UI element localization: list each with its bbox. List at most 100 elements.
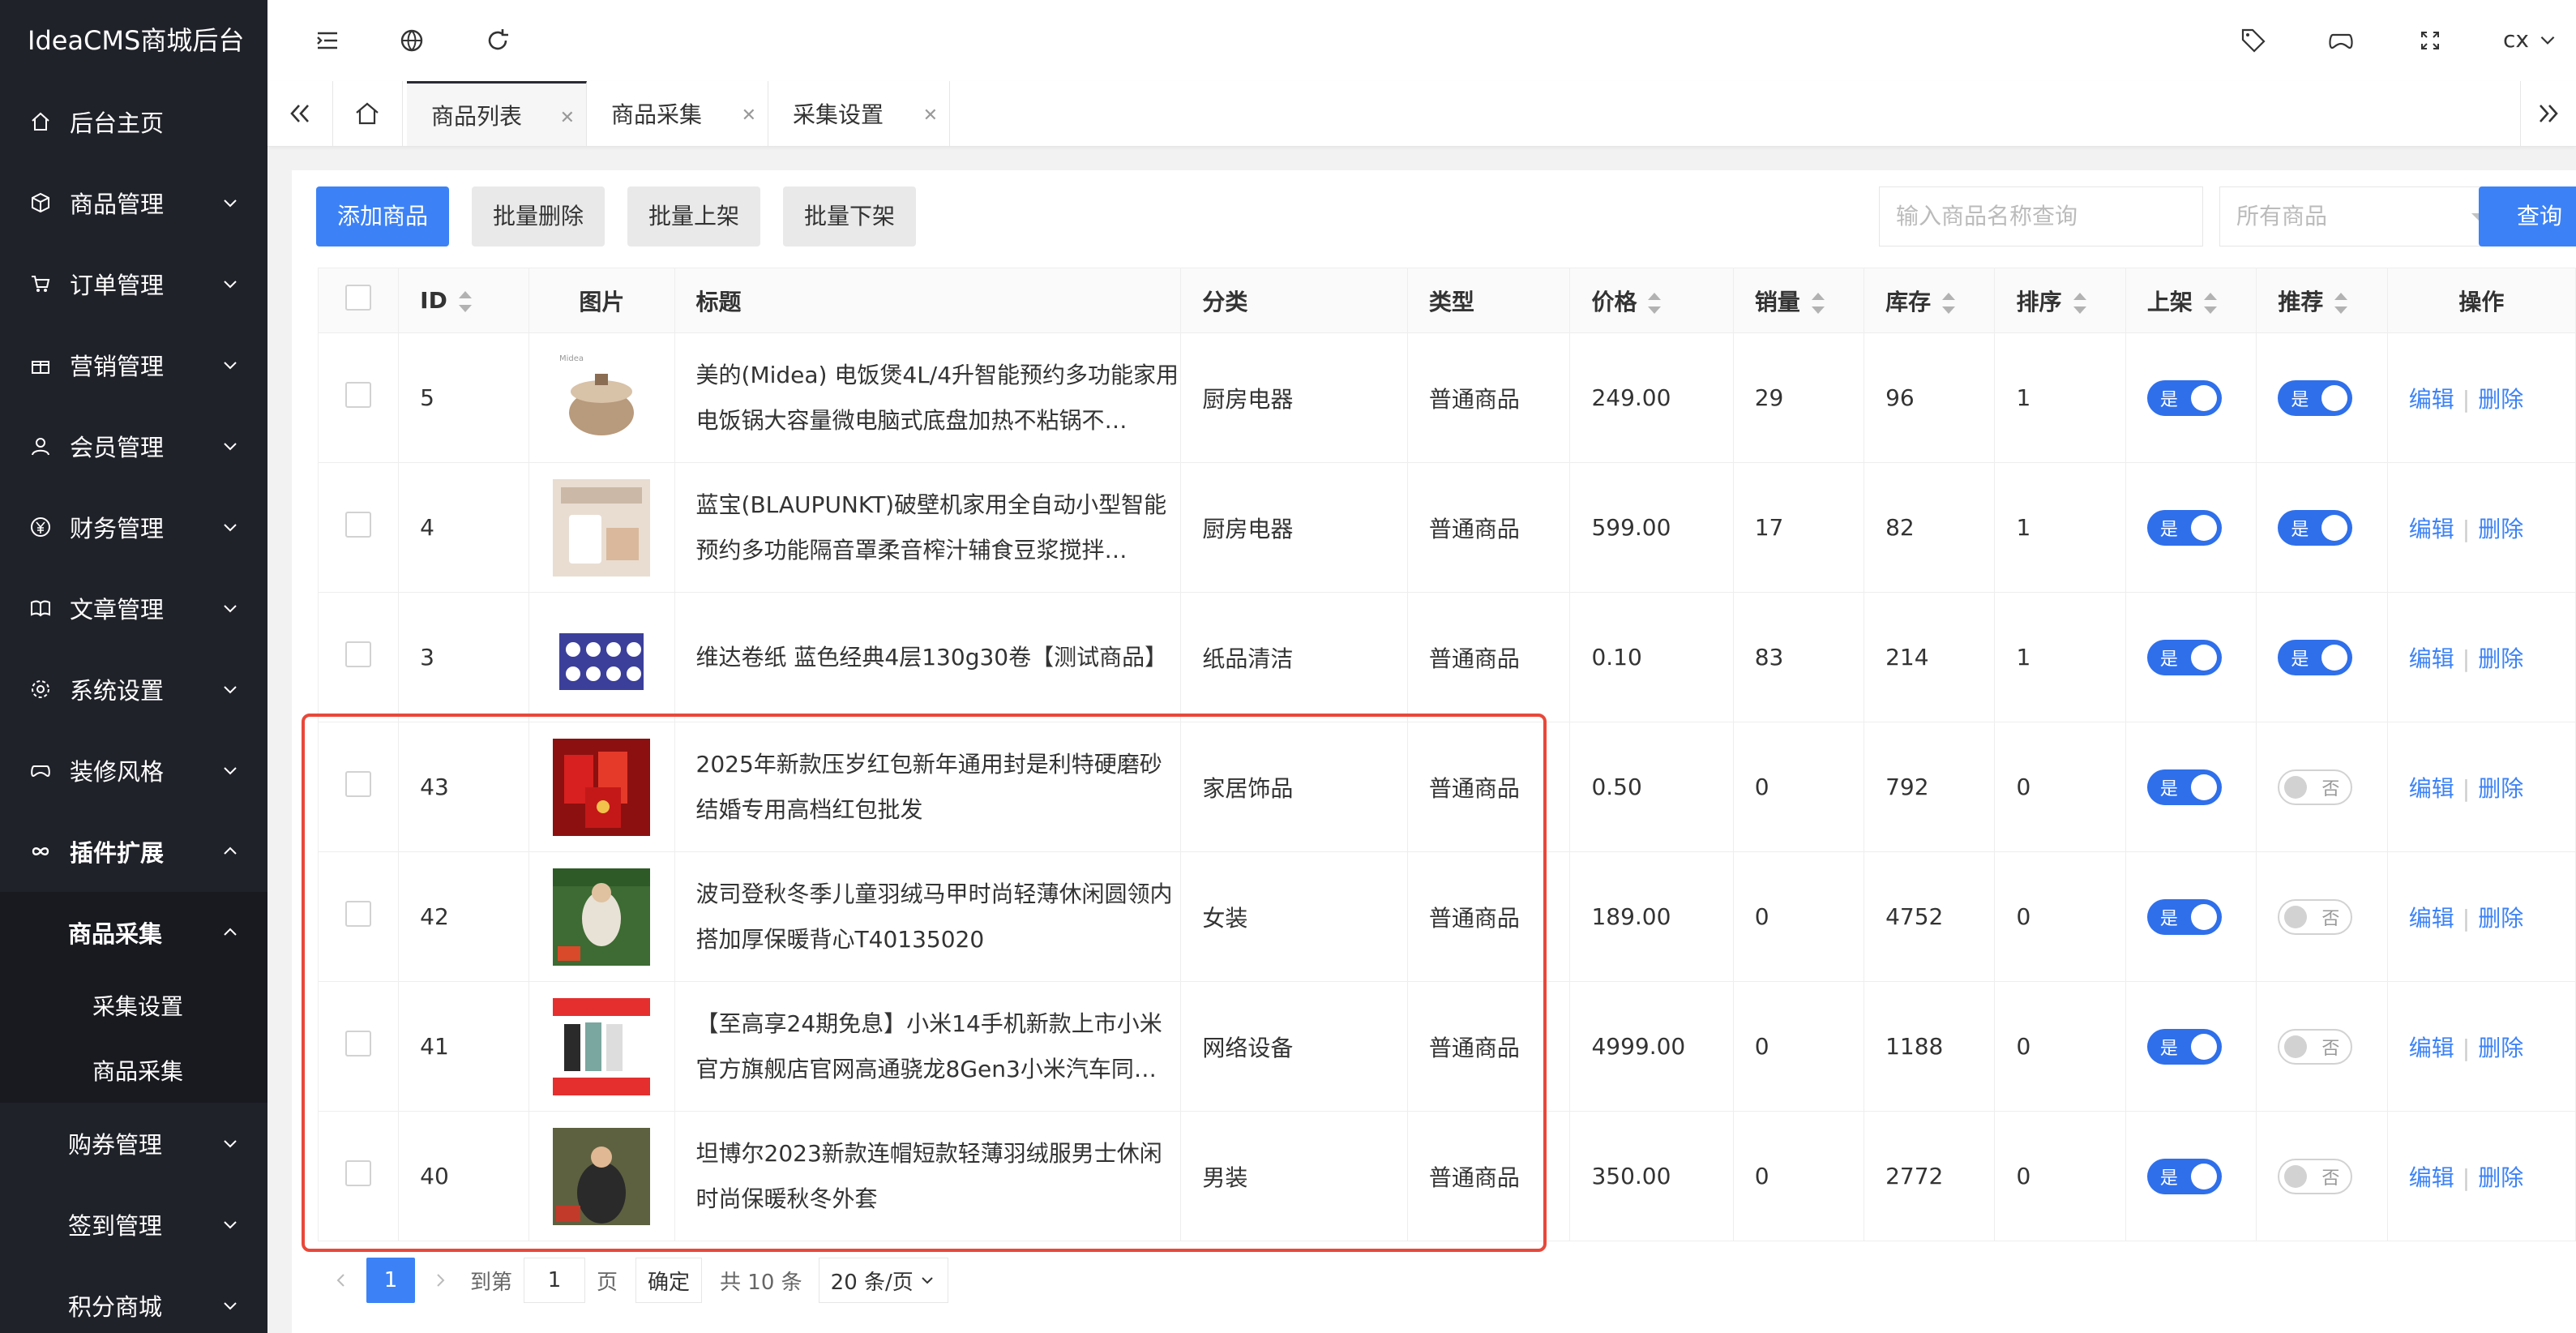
sidebar-item-checkin[interactable]: 签到管理	[0, 1184, 267, 1265]
recommend-toggle[interactable]: 否	[2278, 898, 2353, 935]
edit-link[interactable]: 编辑	[2409, 645, 2454, 672]
sidebar-item-orders[interactable]: 订单管理	[0, 243, 267, 324]
close-icon[interactable]: ✕	[742, 105, 756, 126]
select-all-checkbox[interactable]	[345, 285, 372, 311]
sort-icon[interactable]	[2334, 292, 2348, 314]
delete-link[interactable]: 删除	[2478, 1164, 2523, 1191]
prev-page-icon[interactable]	[316, 1258, 366, 1303]
sidebar-item-home[interactable]: 后台主页	[0, 81, 267, 162]
recommend-toggle[interactable]: 否	[2278, 769, 2353, 805]
page-confirm-button[interactable]: 确定	[635, 1258, 703, 1303]
tab-goods-list[interactable]: 商品列表 ✕	[407, 81, 587, 146]
row-checkbox-cell[interactable]	[317, 592, 400, 722]
tag-icon[interactable]	[2239, 26, 2268, 55]
recommend-toggle[interactable]: 是	[2278, 639, 2353, 675]
edit-link[interactable]: 编辑	[2409, 905, 2454, 932]
sidebar-item-finance[interactable]: 财务管理	[0, 486, 267, 568]
sidebar-leaf-goods-collect[interactable]: 商品采集	[0, 1038, 267, 1103]
goods-filter-select[interactable]: 所有商品	[2219, 186, 2510, 246]
sidebar-leaf-collect-settings[interactable]: 采集设置	[0, 973, 267, 1038]
refresh-icon[interactable]	[483, 26, 512, 55]
row-checkbox-cell[interactable]	[317, 851, 400, 982]
col-stock[interactable]: 库存	[1864, 268, 1996, 333]
col-sort[interactable]: 排序	[1994, 268, 2126, 333]
recommend-toggle[interactable]: 否	[2278, 1028, 2353, 1065]
edit-link[interactable]: 编辑	[2409, 775, 2454, 802]
tab-collect-settings[interactable]: 采集设置 ✕	[768, 81, 950, 146]
row-checkbox[interactable]	[345, 641, 372, 667]
recommend-toggle[interactable]: 是	[2278, 509, 2353, 546]
row-checkbox[interactable]	[345, 1031, 372, 1057]
close-icon[interactable]: ✕	[560, 108, 575, 128]
page-jump-input[interactable]: 1	[524, 1258, 586, 1303]
gamepad-icon[interactable]	[2326, 26, 2356, 55]
tab-scroll-right[interactable]	[2520, 81, 2576, 146]
sidebar-item-coupons[interactable]: 购券管理	[0, 1103, 267, 1184]
page-size-select[interactable]: 20 条/页	[818, 1258, 948, 1303]
delete-link[interactable]: 删除	[2478, 516, 2523, 542]
tab-goods-collect[interactable]: 商品采集 ✕	[587, 81, 768, 146]
user-menu[interactable]: cx	[2503, 26, 2558, 53]
sidebar-subitem-collect[interactable]: 商品采集	[0, 892, 267, 973]
col-recommend[interactable]: 推荐	[2256, 268, 2388, 333]
delete-link[interactable]: 删除	[2478, 645, 2523, 672]
recommend-toggle[interactable]: 是	[2278, 379, 2353, 416]
row-checkbox-cell[interactable]	[317, 981, 400, 1112]
sidebar-item-settings[interactable]: 系统设置	[0, 649, 267, 730]
col-price[interactable]: 价格	[1569, 268, 1734, 333]
row-checkbox-cell[interactable]	[317, 462, 400, 593]
edit-link[interactable]: 编辑	[2409, 1164, 2454, 1191]
sort-icon[interactable]	[2203, 292, 2217, 314]
sort-icon[interactable]	[2073, 292, 2086, 314]
on-shelf-toggle[interactable]: 是	[2146, 769, 2222, 805]
row-checkbox[interactable]	[345, 771, 372, 797]
on-shelf-toggle[interactable]: 是	[2146, 1158, 2222, 1194]
edit-link[interactable]: 编辑	[2409, 516, 2454, 542]
on-shelf-toggle[interactable]: 是	[2146, 639, 2222, 675]
col-on-shelf[interactable]: 上架	[2125, 268, 2257, 333]
row-checkbox-cell[interactable]	[317, 332, 400, 463]
globe-icon[interactable]	[397, 26, 426, 55]
sidebar-item-marketing[interactable]: 营销管理	[0, 324, 267, 405]
col-sales[interactable]: 销量	[1732, 268, 1865, 333]
sidebar-item-goods[interactable]: 商品管理	[0, 162, 267, 243]
row-checkbox[interactable]	[345, 901, 372, 927]
edit-link[interactable]: 编辑	[2409, 1035, 2454, 1061]
sort-icon[interactable]	[1648, 292, 1662, 314]
tab-scroll-left[interactable]	[267, 81, 333, 146]
delete-link[interactable]: 删除	[2478, 775, 2523, 802]
row-checkbox[interactable]	[345, 1160, 372, 1186]
batch-delete-button[interactable]: 批量删除	[472, 186, 605, 246]
search-input[interactable]: 输入商品名称查询	[1879, 186, 2203, 246]
edit-link[interactable]: 编辑	[2409, 386, 2454, 413]
next-page-icon[interactable]	[415, 1258, 465, 1303]
query-button[interactable]: 查询	[2479, 186, 2576, 246]
add-goods-button[interactable]: 添加商品	[316, 186, 450, 246]
batch-off-shelf-button[interactable]: 批量下架	[783, 186, 917, 246]
close-icon[interactable]: ✕	[923, 105, 938, 126]
col-id[interactable]: ID	[398, 268, 530, 333]
fullscreen-icon[interactable]	[2416, 26, 2445, 55]
row-checkbox[interactable]	[345, 512, 372, 538]
sidebar-item-articles[interactable]: 文章管理	[0, 568, 267, 649]
row-checkbox-cell[interactable]	[317, 1111, 400, 1241]
sidebar-item-members[interactable]: 会员管理	[0, 405, 267, 486]
page-current[interactable]: 1	[366, 1258, 415, 1303]
delete-link[interactable]: 删除	[2478, 386, 2523, 413]
row-checkbox-cell[interactable]	[317, 722, 400, 852]
on-shelf-toggle[interactable]: 是	[2146, 509, 2222, 546]
sidebar-item-plugins[interactable]: 插件扩展	[0, 811, 267, 892]
on-shelf-toggle[interactable]: 是	[2146, 379, 2222, 416]
sort-icon[interactable]	[458, 291, 472, 312]
select-all-checkbox-cell[interactable]	[317, 268, 400, 333]
recommend-toggle[interactable]: 否	[2278, 1158, 2353, 1194]
sidebar-item-points-mall[interactable]: 积分商城	[0, 1265, 267, 1333]
batch-on-shelf-button[interactable]: 批量上架	[627, 186, 761, 246]
tab-home[interactable]	[332, 81, 403, 146]
sort-icon[interactable]	[1942, 292, 1956, 314]
on-shelf-toggle[interactable]: 是	[2146, 1028, 2222, 1065]
delete-link[interactable]: 删除	[2478, 1035, 2523, 1061]
on-shelf-toggle[interactable]: 是	[2146, 898, 2222, 935]
menu-fold-icon[interactable]	[313, 26, 342, 55]
delete-link[interactable]: 删除	[2478, 905, 2523, 932]
